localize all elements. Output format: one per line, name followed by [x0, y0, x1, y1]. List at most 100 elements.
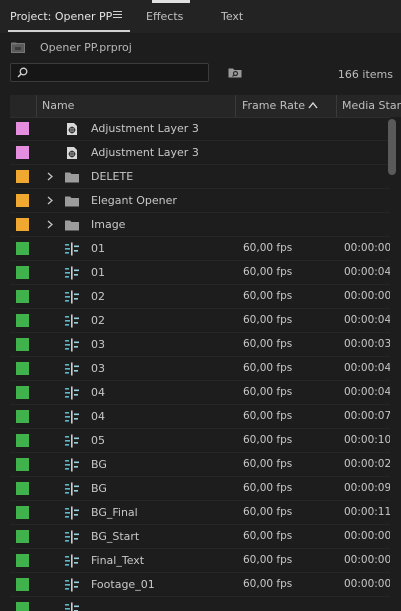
- column-divider[interactable]: [336, 95, 337, 117]
- label-color-swatch[interactable]: [16, 602, 29, 611]
- item-name[interactable]: BG_Start: [91, 530, 139, 543]
- table-row[interactable]: 03 60,00 fps 00:00:03: [10, 333, 390, 357]
- label-color-swatch[interactable]: [16, 458, 29, 471]
- item-name[interactable]: 01: [91, 242, 105, 255]
- item-frame-rate: 60,00 fps: [243, 362, 293, 374]
- item-name[interactable]: 05: [91, 434, 105, 447]
- column-frame-rate-header[interactable]: Frame Rate: [242, 99, 305, 112]
- item-name[interactable]: 02: [91, 314, 105, 327]
- label-color-swatch[interactable]: [16, 338, 29, 351]
- label-color-swatch[interactable]: [16, 194, 29, 207]
- tab-project[interactable]: Project: Opener PP: [10, 10, 112, 23]
- item-frame-rate: 60,00 fps: [243, 482, 293, 494]
- bin-row[interactable]: DELETE: [10, 165, 390, 189]
- sequence-icon: [65, 362, 79, 376]
- label-color-swatch[interactable]: [16, 410, 29, 423]
- item-media-start: 00:00:04: [344, 266, 390, 278]
- panel-menu-icon[interactable]: [113, 9, 123, 21]
- item-name[interactable]: BG: [91, 482, 107, 495]
- label-color-swatch[interactable]: [16, 170, 29, 183]
- table-row[interactable]: 01 60,00 fps 00:00:04: [10, 261, 390, 285]
- table-row[interactable]: BG_Start 60,00 fps 00:00:00: [10, 525, 390, 549]
- table-row[interactable]: BG_Final 60,00 fps 00:00:11: [10, 501, 390, 525]
- table-row[interactable]: Adjustment Layer 3: [10, 141, 390, 165]
- label-color-swatch[interactable]: [16, 242, 29, 255]
- item-name[interactable]: 02: [91, 290, 105, 303]
- item-name[interactable]: Footage_01: [91, 578, 155, 591]
- label-color-swatch[interactable]: [16, 122, 29, 135]
- item-name[interactable]: Final_Text: [91, 554, 144, 567]
- adjustment-layer-icon: [67, 123, 77, 135]
- label-color-swatch[interactable]: [16, 506, 29, 519]
- item-name[interactable]: 03: [91, 338, 105, 351]
- scrollbar-track[interactable]: [390, 117, 401, 611]
- sequence-icon: [65, 338, 79, 352]
- item-media-start: 00:00:03: [344, 338, 390, 350]
- sort-ascending-icon[interactable]: [308, 101, 318, 109]
- column-media-start-header[interactable]: Media Start: [342, 99, 401, 112]
- item-name[interactable]: Image: [91, 218, 125, 231]
- item-media-start: 00:00:00: [344, 554, 390, 566]
- item-name[interactable]: BG_Final: [91, 506, 138, 519]
- new-search-bin-icon[interactable]: [228, 67, 242, 78]
- table-row[interactable]: 02 60,00 fps 00:00:00: [10, 285, 390, 309]
- project-file-name: Opener PP.prproj: [40, 41, 132, 54]
- sequence-icon: [65, 578, 79, 592]
- chevron-right-icon[interactable]: [47, 196, 53, 205]
- table-row[interactable]: [10, 597, 390, 611]
- label-color-swatch[interactable]: [16, 218, 29, 231]
- label-color-swatch[interactable]: [16, 578, 29, 591]
- table-row[interactable]: 05 60,00 fps 00:00:10: [10, 429, 390, 453]
- table-row[interactable]: 02 60,00 fps 00:00:04: [10, 309, 390, 333]
- scrollbar-thumb[interactable]: [388, 119, 396, 175]
- table-row[interactable]: 01 60,00 fps 00:00:00: [10, 237, 390, 261]
- label-color-swatch[interactable]: [16, 290, 29, 303]
- label-color-swatch[interactable]: [16, 314, 29, 327]
- sequence-icon: [65, 554, 79, 568]
- table-row[interactable]: Final_Text 60,00 fps 00:00:00: [10, 549, 390, 573]
- item-media-start: 00:00:04: [344, 362, 390, 374]
- chevron-right-icon[interactable]: [47, 220, 53, 229]
- project-item-list: Adjustment Layer 3 Adjustment Layer 3 DELE…: [10, 117, 390, 611]
- column-divider[interactable]: [235, 95, 236, 117]
- label-color-swatch[interactable]: [16, 434, 29, 447]
- panel-drag-handle[interactable]: [152, 0, 190, 3]
- table-row[interactable]: Adjustment Layer 3: [10, 117, 390, 141]
- label-color-swatch[interactable]: [16, 146, 29, 159]
- bin-row[interactable]: Elegant Opener: [10, 189, 390, 213]
- label-color-swatch[interactable]: [16, 482, 29, 495]
- chevron-right-icon[interactable]: [47, 172, 53, 181]
- label-color-swatch[interactable]: [16, 266, 29, 279]
- table-row[interactable]: Footage_01 60,00 fps 00:00:00: [10, 573, 390, 597]
- item-name[interactable]: DELETE: [91, 170, 133, 183]
- column-divider[interactable]: [36, 95, 37, 117]
- table-row[interactable]: 04 60,00 fps 00:00:07: [10, 405, 390, 429]
- table-row[interactable]: 03 60,00 fps 00:00:04: [10, 357, 390, 381]
- item-name[interactable]: BG: [91, 458, 107, 471]
- table-row[interactable]: BG 60,00 fps 00:00:02: [10, 453, 390, 477]
- sequence-icon: [65, 314, 79, 328]
- item-name[interactable]: Adjustment Layer 3: [91, 146, 199, 159]
- label-color-swatch[interactable]: [16, 386, 29, 399]
- label-color-swatch[interactable]: [16, 530, 29, 543]
- table-row[interactable]: 04 60,00 fps 00:00:04: [10, 381, 390, 405]
- label-color-swatch[interactable]: [16, 554, 29, 567]
- table-row[interactable]: BG 60,00 fps 00:00:09: [10, 477, 390, 501]
- search-box[interactable]: [10, 63, 209, 82]
- column-name-header[interactable]: Name: [42, 99, 74, 112]
- search-input[interactable]: [33, 64, 203, 81]
- item-frame-rate: 60,00 fps: [243, 410, 293, 422]
- tab-effects[interactable]: Effects: [146, 10, 183, 23]
- bin-row[interactable]: Image: [10, 213, 390, 237]
- item-frame-rate: 60,00 fps: [243, 266, 293, 278]
- item-name[interactable]: 01: [91, 266, 105, 279]
- item-name[interactable]: 03: [91, 362, 105, 375]
- sequence-icon: [65, 434, 79, 448]
- label-color-swatch[interactable]: [16, 362, 29, 375]
- tab-text[interactable]: Text: [221, 10, 243, 23]
- item-name[interactable]: Adjustment Layer 3: [91, 122, 199, 135]
- item-name[interactable]: Elegant Opener: [91, 194, 177, 207]
- item-frame-rate: 60,00 fps: [243, 506, 293, 518]
- item-name[interactable]: 04: [91, 386, 105, 399]
- item-name[interactable]: 04: [91, 410, 105, 423]
